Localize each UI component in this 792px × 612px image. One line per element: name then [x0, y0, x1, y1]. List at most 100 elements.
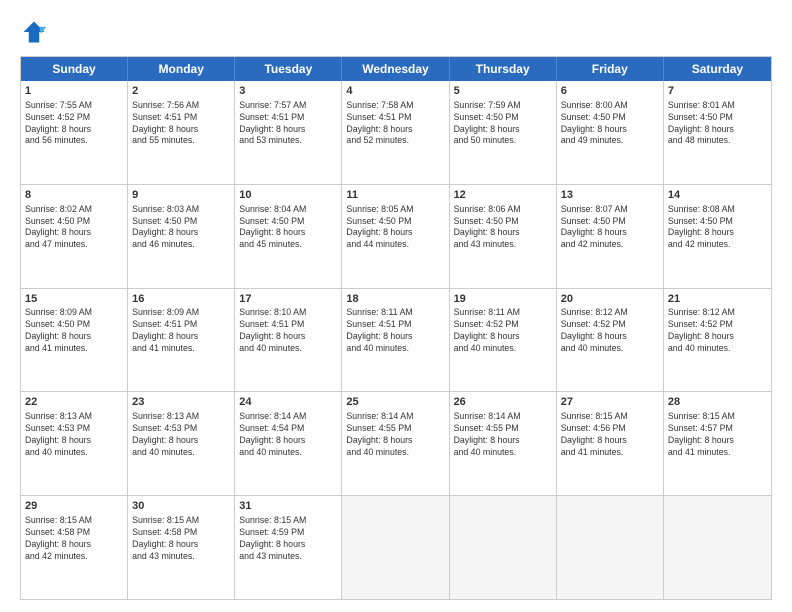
day-number: 4 [346, 84, 444, 99]
day-number: 27 [561, 395, 659, 410]
day-cell-28: 28Sunrise: 8:15 AM Sunset: 4:57 PM Dayli… [664, 392, 771, 495]
day-cell-5: 5Sunrise: 7:59 AM Sunset: 4:50 PM Daylig… [450, 81, 557, 184]
day-number: 19 [454, 292, 552, 307]
day-cell-11: 11Sunrise: 8:05 AM Sunset: 4:50 PM Dayli… [342, 185, 449, 288]
day-info: Sunrise: 8:14 AM Sunset: 4:55 PM Dayligh… [454, 411, 552, 459]
calendar: SundayMondayTuesdayWednesdayThursdayFrid… [20, 56, 772, 600]
day-number: 15 [25, 292, 123, 307]
day-cell-19: 19Sunrise: 8:11 AM Sunset: 4:52 PM Dayli… [450, 289, 557, 392]
calendar-week-4: 22Sunrise: 8:13 AM Sunset: 4:53 PM Dayli… [21, 392, 771, 496]
calendar-week-1: 1Sunrise: 7:55 AM Sunset: 4:52 PM Daylig… [21, 81, 771, 185]
day-cell-22: 22Sunrise: 8:13 AM Sunset: 4:53 PM Dayli… [21, 392, 128, 495]
day-number: 21 [668, 292, 767, 307]
day-number: 24 [239, 395, 337, 410]
day-number: 2 [132, 84, 230, 99]
day-info: Sunrise: 8:06 AM Sunset: 4:50 PM Dayligh… [454, 204, 552, 252]
day-number: 12 [454, 188, 552, 203]
day-info: Sunrise: 7:59 AM Sunset: 4:50 PM Dayligh… [454, 100, 552, 148]
calendar-week-5: 29Sunrise: 8:15 AM Sunset: 4:58 PM Dayli… [21, 496, 771, 599]
day-info: Sunrise: 8:14 AM Sunset: 4:55 PM Dayligh… [346, 411, 444, 459]
day-info: Sunrise: 8:10 AM Sunset: 4:51 PM Dayligh… [239, 307, 337, 355]
day-cell-20: 20Sunrise: 8:12 AM Sunset: 4:52 PM Dayli… [557, 289, 664, 392]
empty-cell [450, 496, 557, 599]
day-info: Sunrise: 8:15 AM Sunset: 4:59 PM Dayligh… [239, 515, 337, 563]
day-info: Sunrise: 8:11 AM Sunset: 4:51 PM Dayligh… [346, 307, 444, 355]
day-info: Sunrise: 8:00 AM Sunset: 4:50 PM Dayligh… [561, 100, 659, 148]
day-number: 22 [25, 395, 123, 410]
day-number: 23 [132, 395, 230, 410]
day-number: 7 [668, 84, 767, 99]
day-cell-7: 7Sunrise: 8:01 AM Sunset: 4:50 PM Daylig… [664, 81, 771, 184]
calendar-header: SundayMondayTuesdayWednesdayThursdayFrid… [21, 57, 771, 81]
day-cell-24: 24Sunrise: 8:14 AM Sunset: 4:54 PM Dayli… [235, 392, 342, 495]
day-number: 20 [561, 292, 659, 307]
header-day-wednesday: Wednesday [342, 57, 449, 81]
day-cell-21: 21Sunrise: 8:12 AM Sunset: 4:52 PM Dayli… [664, 289, 771, 392]
day-number: 17 [239, 292, 337, 307]
day-number: 30 [132, 499, 230, 514]
day-number: 14 [668, 188, 767, 203]
day-number: 16 [132, 292, 230, 307]
header-day-thursday: Thursday [450, 57, 557, 81]
day-cell-18: 18Sunrise: 8:11 AM Sunset: 4:51 PM Dayli… [342, 289, 449, 392]
day-cell-23: 23Sunrise: 8:13 AM Sunset: 4:53 PM Dayli… [128, 392, 235, 495]
day-number: 1 [25, 84, 123, 99]
day-cell-30: 30Sunrise: 8:15 AM Sunset: 4:58 PM Dayli… [128, 496, 235, 599]
day-info: Sunrise: 8:15 AM Sunset: 4:56 PM Dayligh… [561, 411, 659, 459]
day-cell-17: 17Sunrise: 8:10 AM Sunset: 4:51 PM Dayli… [235, 289, 342, 392]
day-number: 9 [132, 188, 230, 203]
day-cell-29: 29Sunrise: 8:15 AM Sunset: 4:58 PM Dayli… [21, 496, 128, 599]
day-number: 26 [454, 395, 552, 410]
day-info: Sunrise: 8:15 AM Sunset: 4:57 PM Dayligh… [668, 411, 767, 459]
day-number: 29 [25, 499, 123, 514]
day-info: Sunrise: 8:15 AM Sunset: 4:58 PM Dayligh… [25, 515, 123, 563]
day-info: Sunrise: 8:08 AM Sunset: 4:50 PM Dayligh… [668, 204, 767, 252]
header-day-tuesday: Tuesday [235, 57, 342, 81]
page: SundayMondayTuesdayWednesdayThursdayFrid… [0, 0, 792, 612]
day-cell-9: 9Sunrise: 8:03 AM Sunset: 4:50 PM Daylig… [128, 185, 235, 288]
day-info: Sunrise: 7:58 AM Sunset: 4:51 PM Dayligh… [346, 100, 444, 148]
day-cell-12: 12Sunrise: 8:06 AM Sunset: 4:50 PM Dayli… [450, 185, 557, 288]
empty-cell [342, 496, 449, 599]
day-info: Sunrise: 8:04 AM Sunset: 4:50 PM Dayligh… [239, 204, 337, 252]
day-info: Sunrise: 8:13 AM Sunset: 4:53 PM Dayligh… [132, 411, 230, 459]
day-number: 13 [561, 188, 659, 203]
day-info: Sunrise: 8:12 AM Sunset: 4:52 PM Dayligh… [561, 307, 659, 355]
day-cell-27: 27Sunrise: 8:15 AM Sunset: 4:56 PM Dayli… [557, 392, 664, 495]
day-cell-10: 10Sunrise: 8:04 AM Sunset: 4:50 PM Dayli… [235, 185, 342, 288]
day-info: Sunrise: 7:55 AM Sunset: 4:52 PM Dayligh… [25, 100, 123, 148]
day-info: Sunrise: 8:14 AM Sunset: 4:54 PM Dayligh… [239, 411, 337, 459]
empty-cell [557, 496, 664, 599]
day-number: 6 [561, 84, 659, 99]
day-info: Sunrise: 8:11 AM Sunset: 4:52 PM Dayligh… [454, 307, 552, 355]
empty-cell [664, 496, 771, 599]
day-number: 28 [668, 395, 767, 410]
day-number: 25 [346, 395, 444, 410]
calendar-week-2: 8Sunrise: 8:02 AM Sunset: 4:50 PM Daylig… [21, 185, 771, 289]
day-cell-31: 31Sunrise: 8:15 AM Sunset: 4:59 PM Dayli… [235, 496, 342, 599]
day-cell-6: 6Sunrise: 8:00 AM Sunset: 4:50 PM Daylig… [557, 81, 664, 184]
day-info: Sunrise: 8:13 AM Sunset: 4:53 PM Dayligh… [25, 411, 123, 459]
day-number: 18 [346, 292, 444, 307]
calendar-week-3: 15Sunrise: 8:09 AM Sunset: 4:50 PM Dayli… [21, 289, 771, 393]
day-cell-16: 16Sunrise: 8:09 AM Sunset: 4:51 PM Dayli… [128, 289, 235, 392]
header-day-sunday: Sunday [21, 57, 128, 81]
day-info: Sunrise: 8:12 AM Sunset: 4:52 PM Dayligh… [668, 307, 767, 355]
day-number: 10 [239, 188, 337, 203]
header-day-friday: Friday [557, 57, 664, 81]
day-cell-25: 25Sunrise: 8:14 AM Sunset: 4:55 PM Dayli… [342, 392, 449, 495]
day-cell-4: 4Sunrise: 7:58 AM Sunset: 4:51 PM Daylig… [342, 81, 449, 184]
day-cell-13: 13Sunrise: 8:07 AM Sunset: 4:50 PM Dayli… [557, 185, 664, 288]
day-cell-3: 3Sunrise: 7:57 AM Sunset: 4:51 PM Daylig… [235, 81, 342, 184]
day-info: Sunrise: 8:07 AM Sunset: 4:50 PM Dayligh… [561, 204, 659, 252]
day-info: Sunrise: 8:03 AM Sunset: 4:50 PM Dayligh… [132, 204, 230, 252]
logo [20, 18, 52, 46]
day-info: Sunrise: 8:15 AM Sunset: 4:58 PM Dayligh… [132, 515, 230, 563]
calendar-body: 1Sunrise: 7:55 AM Sunset: 4:52 PM Daylig… [21, 81, 771, 599]
logo-icon [20, 18, 48, 46]
day-info: Sunrise: 8:09 AM Sunset: 4:51 PM Dayligh… [132, 307, 230, 355]
header-day-saturday: Saturday [664, 57, 771, 81]
day-info: Sunrise: 8:09 AM Sunset: 4:50 PM Dayligh… [25, 307, 123, 355]
day-number: 11 [346, 188, 444, 203]
day-info: Sunrise: 7:56 AM Sunset: 4:51 PM Dayligh… [132, 100, 230, 148]
